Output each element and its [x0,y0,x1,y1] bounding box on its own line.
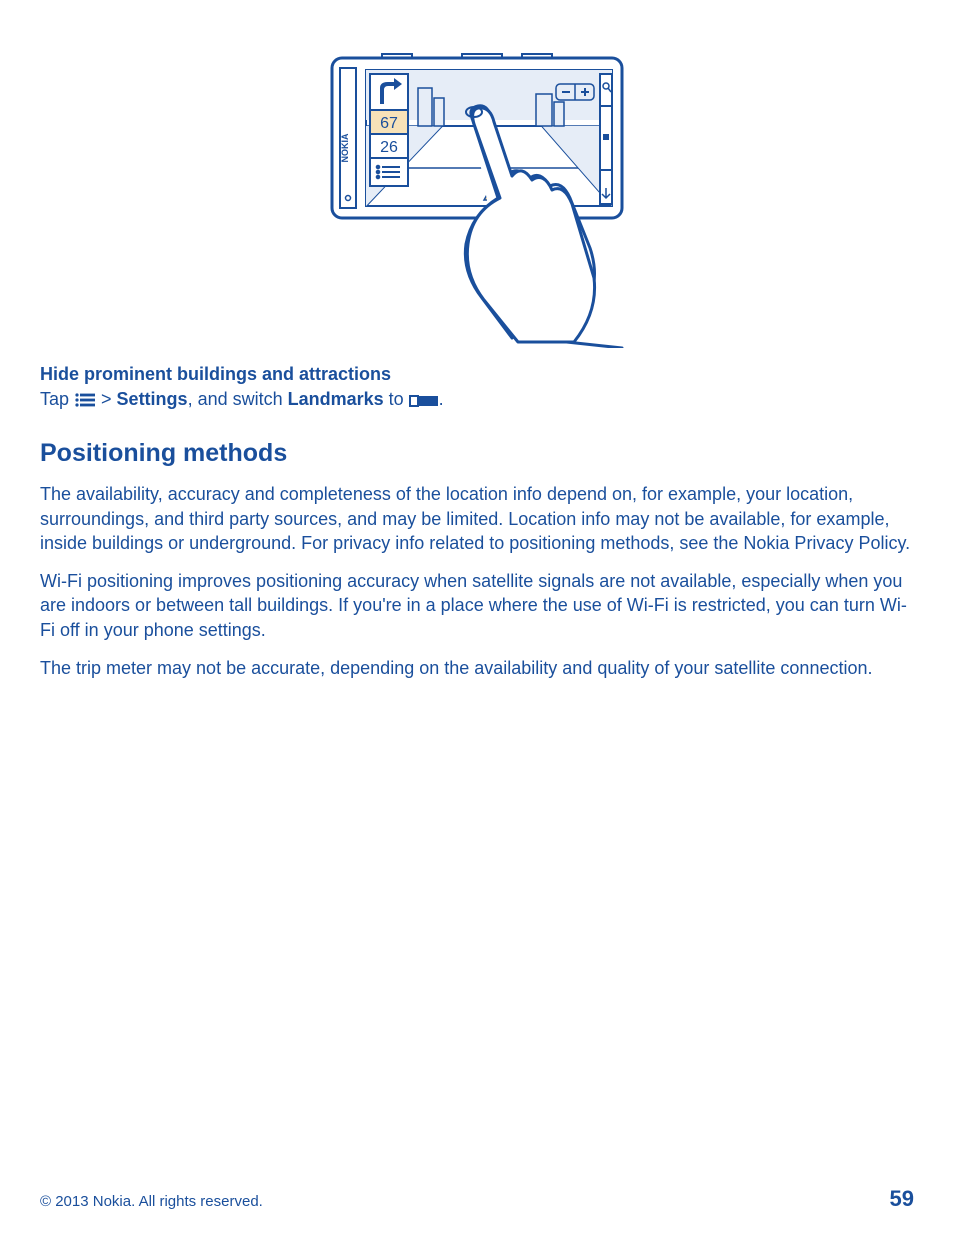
body-paragraph-2: Wi-Fi positioning improves positioning a… [40,569,914,642]
nav-value-top: 67 [380,115,398,132]
footer-page-number: 59 [890,1186,914,1212]
instruction-middle: , and switch [188,389,288,409]
nav-value-bottom: 26 [380,139,398,156]
manual-page: NOKIA [0,0,954,1258]
instruction-line: Tap > Settings, and switch Landmarks to … [40,387,914,411]
instruction-text-tap: Tap [40,389,74,409]
body-paragraph-3: The trip meter may not be accurate, depe… [40,656,914,680]
instruction-to: to [384,389,409,409]
instruction-chevron: > [96,389,117,409]
body-paragraph-1: The availability, accuracy and completen… [40,482,914,555]
page-footer: © 2013 Nokia. All rights reserved. 59 [40,1186,914,1212]
illustration-container: NOKIA [40,48,914,348]
subsection-heading: Hide prominent buildings and attractions [40,364,914,385]
instruction-landmarks: Landmarks [288,389,384,409]
instruction-period: . [439,389,444,409]
menu-list-icon [74,392,96,408]
instruction-settings: Settings [117,389,188,409]
phone-navigation-illustration: NOKIA [322,48,632,348]
section-heading: Positioning methods [40,439,914,468]
toggle-off-icon [409,394,439,408]
phone-brand-text: NOKIA [340,133,350,163]
footer-copyright: © 2013 Nokia. All rights reserved. [40,1193,263,1210]
